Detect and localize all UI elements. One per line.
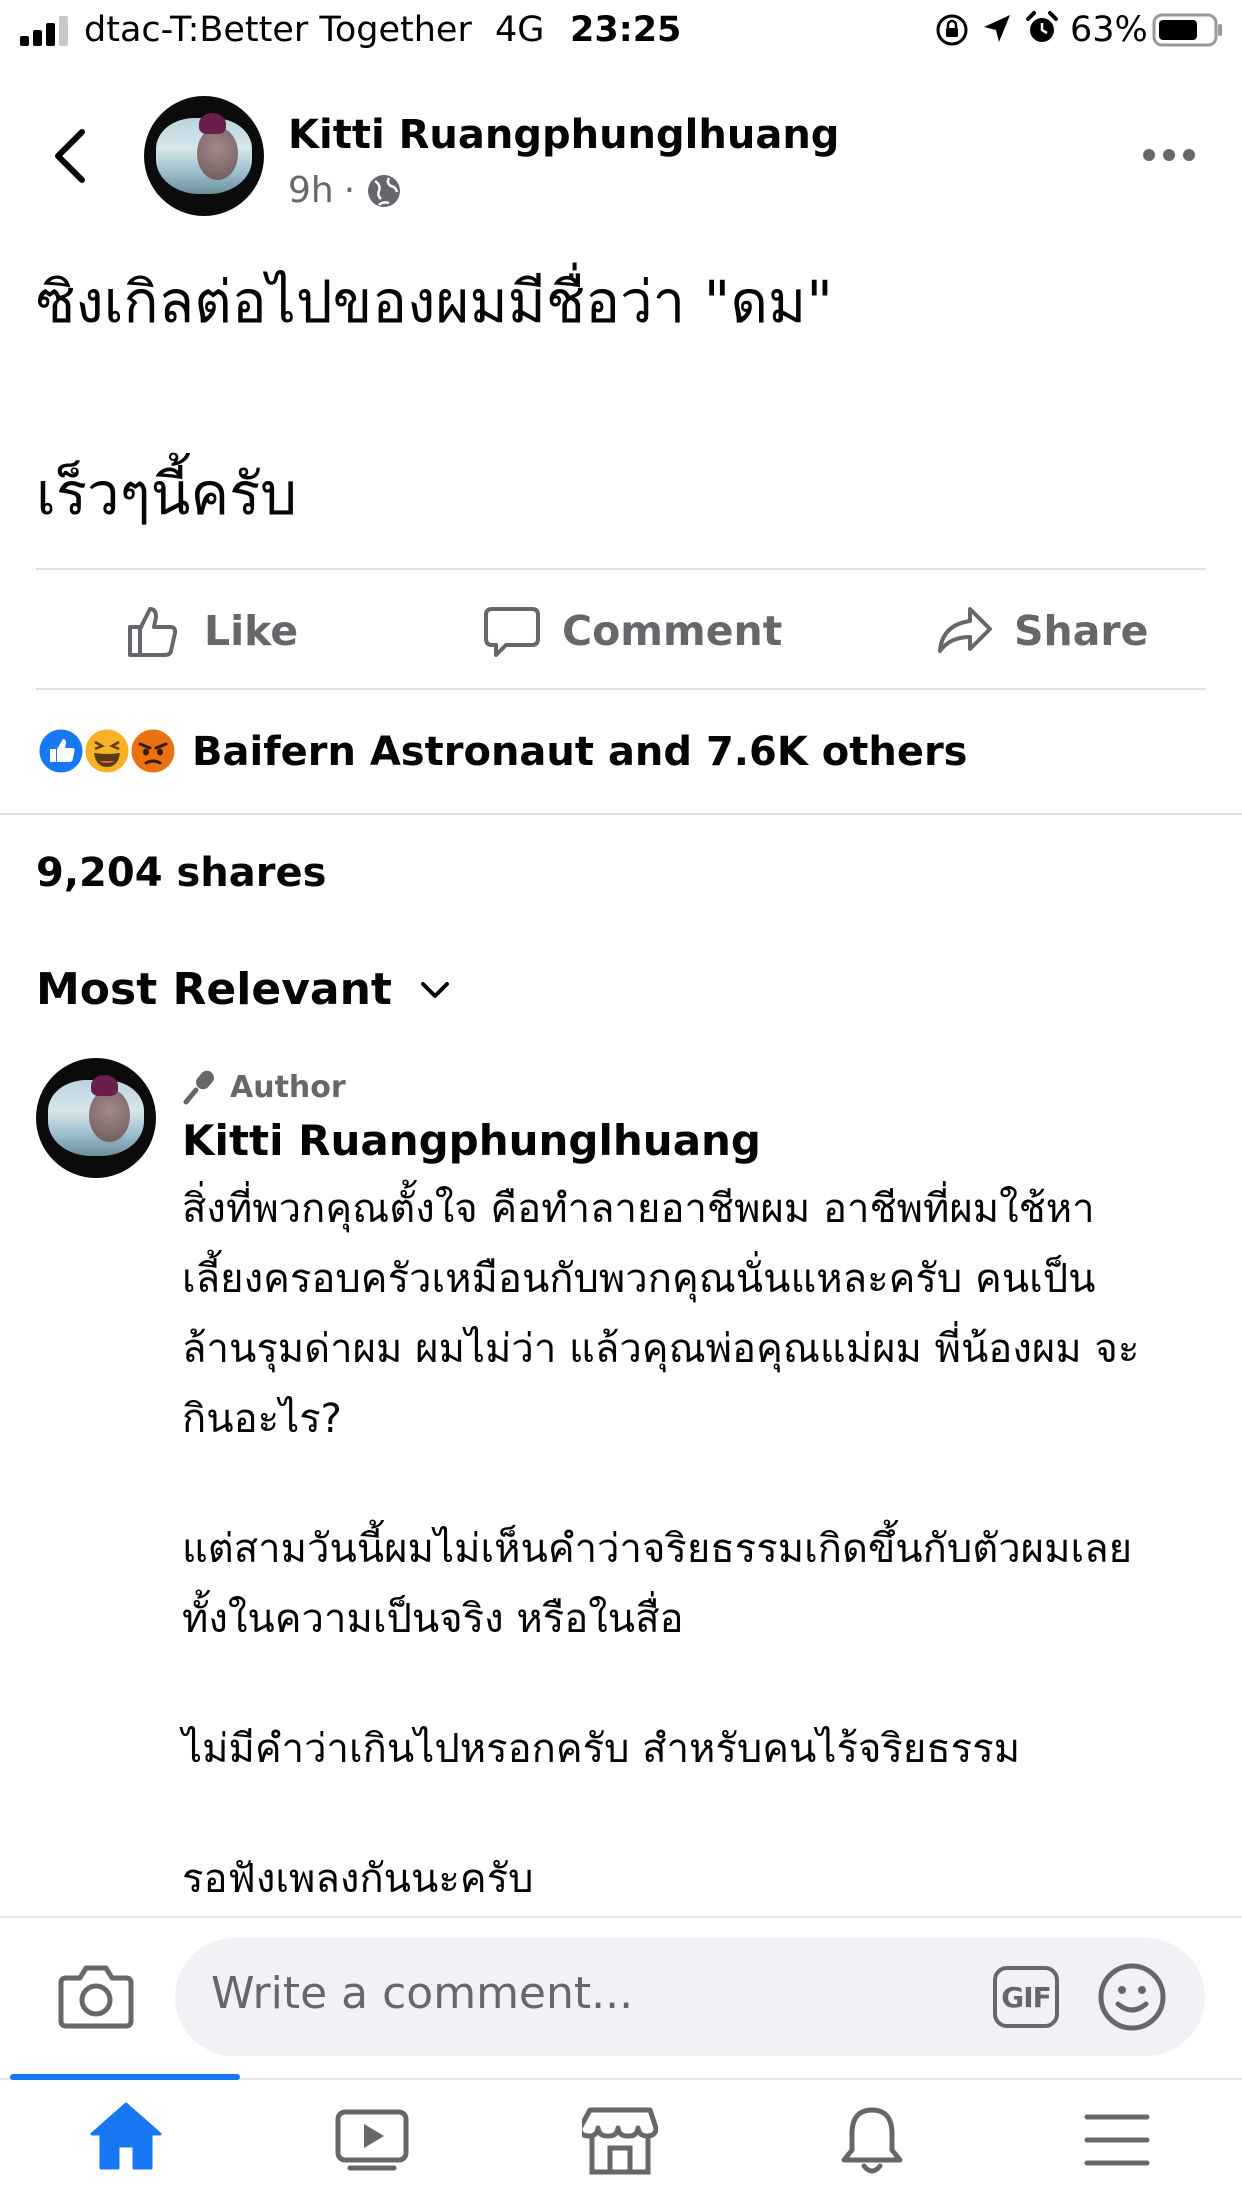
menu-icon[interactable] — [1084, 2112, 1150, 2168]
comment-line-5: แต่สามวันนี้ผมไม่เห็นคำว่าจริยธรรมเกิดขึ… — [182, 1526, 1133, 1572]
haha-reaction-icon — [82, 726, 132, 776]
commenter-avatar[interactable] — [36, 1058, 156, 1178]
like-label: Like — [204, 607, 299, 655]
globe-icon — [368, 174, 401, 207]
like-button[interactable]: Like — [124, 600, 298, 662]
post-author-name[interactable]: Kitti Ruangphunglhuang — [288, 112, 839, 158]
author-badge-label: Author — [230, 1069, 346, 1105]
comment-line-8: รอฟังเพลงกันนะครับ — [182, 1856, 534, 1902]
comment-line-3: ล้านรุมด่าผม ผมไม่ว่า แล้วคุณพ่อคุณแม่ผม… — [182, 1326, 1140, 1372]
post-time[interactable]: 9h — [288, 170, 334, 211]
share-label: Share — [1014, 607, 1149, 655]
location-icon — [984, 15, 1010, 42]
angry-reaction-icon — [128, 726, 178, 776]
comment-author-name[interactable]: Kitti Ruangphunglhuang — [182, 1116, 761, 1165]
comment-line-7: ไม่มีคำว่าเกินไปหรอกครับ สำหรับคนไร้จริย… — [182, 1726, 1021, 1772]
active-tab-indicator — [10, 2074, 240, 2080]
comment-button[interactable]: Comment — [482, 600, 782, 662]
comment-line-6: ทั้งในความเป็นจริง หรือในสื่อ — [182, 1596, 684, 1642]
shares-count[interactable]: 9,204 shares — [36, 850, 326, 896]
meta-separator: · — [343, 170, 356, 211]
chevron-down-icon — [420, 981, 449, 998]
reaction-summary[interactable]: Baifern Astronaut and 7.6K others — [192, 726, 968, 778]
back-icon[interactable] — [50, 128, 90, 184]
comment-line-2: เลี้ยงครอบครัวเหมือนกับพวกคุณนั่นแหละครั… — [182, 1256, 1096, 1302]
home-icon[interactable] — [88, 2100, 164, 2172]
signal-icon — [20, 16, 68, 46]
comment-input[interactable]: Write a comment... GIF — [175, 1938, 1205, 2056]
sort-label: Most Relevant — [36, 964, 392, 1015]
sort-dropdown[interactable]: Most Relevant — [36, 964, 450, 1015]
battery-icon — [1152, 13, 1222, 47]
comment-label: Comment — [562, 607, 783, 655]
divider — [0, 813, 1242, 815]
alarm-icon — [1026, 11, 1058, 42]
share-icon — [938, 607, 992, 653]
reaction-icons[interactable] — [36, 726, 186, 776]
battery-percent: 63% — [1070, 10, 1148, 50]
author-avatar[interactable] — [144, 96, 264, 216]
author-badge: Author — [182, 1068, 346, 1106]
like-reaction-icon — [36, 726, 86, 776]
divider — [36, 568, 1206, 570]
microphone-icon — [183, 1070, 214, 1105]
carrier-label: dtac-T:Better Together — [84, 10, 472, 50]
gif-button[interactable]: GIF — [993, 1966, 1059, 2028]
post-text-line-2: เร็วๆนี้ครับ — [36, 460, 298, 528]
divider — [36, 688, 1206, 690]
emoji-icon[interactable] — [1097, 1962, 1167, 2032]
post-text-line-1: ซิงเกิลต่อไปของผมมีชื่อว่า "ดม" — [36, 268, 833, 336]
post-meta: 9h · — [288, 170, 403, 211]
marketplace-icon[interactable] — [582, 2104, 658, 2176]
gif-label: GIF — [1001, 1980, 1052, 2014]
more-options-icon[interactable] — [1142, 146, 1196, 164]
notifications-bell-icon[interactable] — [838, 2104, 906, 2178]
share-button[interactable]: Share — [934, 600, 1148, 662]
comment-line-4: กินอะไร? — [182, 1396, 342, 1442]
camera-icon[interactable] — [58, 1962, 134, 2030]
network-label: 4G — [495, 10, 545, 50]
comment-placeholder: Write a comment... — [211, 1968, 634, 2019]
comment-line-1: สิ่งที่พวกคุณตั้งใจ คือทำลายอาชีพผม อาชี… — [182, 1186, 1095, 1232]
comment-icon — [484, 607, 540, 657]
thumbs-up-icon — [128, 607, 178, 657]
orientation-lock-icon — [936, 14, 968, 46]
clock: 23:25 — [570, 10, 682, 50]
watch-icon[interactable] — [334, 2108, 410, 2172]
